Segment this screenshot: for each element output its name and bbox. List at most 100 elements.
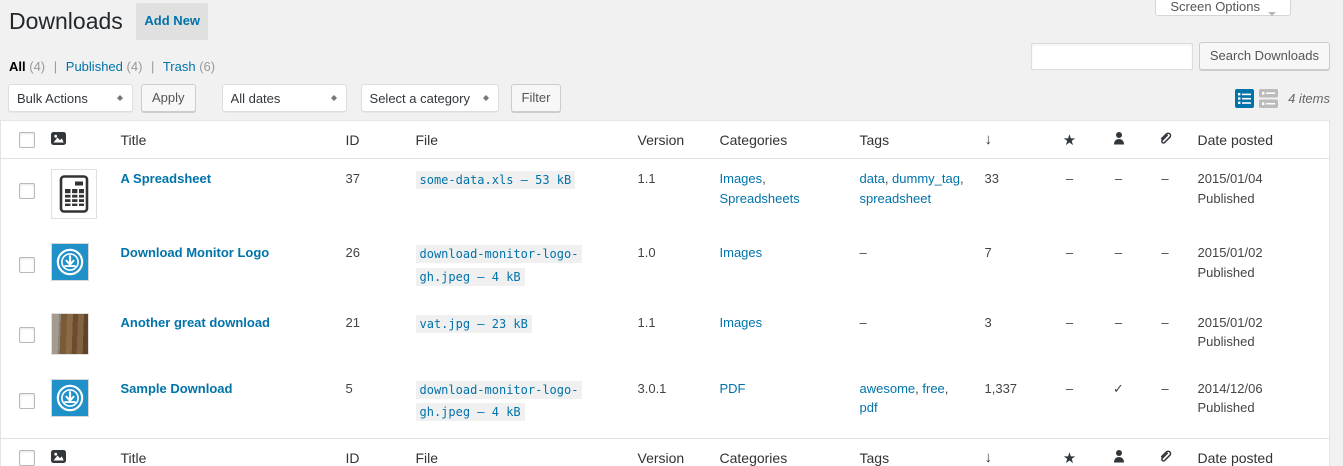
row-redirect-cell: – xyxy=(1143,369,1188,439)
download-title-link[interactable]: Download Monitor Logo xyxy=(121,245,270,260)
footer-download-count[interactable]: ↓ xyxy=(975,439,1045,466)
bulk-actions-select[interactable]: Bulk Actions xyxy=(8,84,133,112)
status-published: Published xyxy=(1198,263,1320,283)
filter-all[interactable]: All (4) xyxy=(9,59,45,74)
categorie-link[interactable]: Images xyxy=(720,315,763,330)
header-id[interactable]: ID xyxy=(336,121,406,159)
download-monitor-logo-icon xyxy=(52,244,88,280)
row-redirect-cell: – xyxy=(1143,303,1188,369)
row-file-cell: download-monitor-logo-gh.jpeg – 4 kB xyxy=(406,233,628,303)
row-checkbox[interactable] xyxy=(19,327,35,343)
row-checkbox[interactable] xyxy=(19,257,35,273)
row-tags-cell: – xyxy=(850,303,975,369)
file-name: download-monitor-logo-gh.jpeg – 4 kB xyxy=(416,381,583,422)
row-categories-cell: Images xyxy=(710,233,850,303)
tag-link[interactable]: pdf xyxy=(860,400,878,415)
star-icon: ★ xyxy=(1063,132,1076,149)
row-version-cell: 1.1 xyxy=(628,303,710,369)
page-title: Downloads xyxy=(9,8,123,34)
footer-featured[interactable]: ★ xyxy=(1045,439,1095,466)
row-thumbnail[interactable] xyxy=(51,243,89,281)
row-thumbnail[interactable] xyxy=(51,313,89,355)
date-posted: 2015/01/04 xyxy=(1198,169,1320,189)
footer-categories: Categories xyxy=(710,439,850,466)
search-box: Search Downloads xyxy=(1031,42,1330,70)
header-download-count[interactable]: ↓ xyxy=(975,121,1045,159)
excerpt-view-icon[interactable] xyxy=(1259,89,1278,108)
photo-thumbnail xyxy=(52,314,88,354)
view-switch xyxy=(1230,89,1278,108)
category-select[interactable]: Select a category xyxy=(361,84,499,112)
header-date-posted[interactable]: Date posted xyxy=(1188,121,1330,159)
filter-button[interactable]: Filter xyxy=(511,84,562,112)
download-title-link[interactable]: Another great download xyxy=(121,315,271,330)
footer-id[interactable]: ID xyxy=(336,439,406,466)
footer-redirect[interactable] xyxy=(1143,439,1188,466)
select-all-checkbox[interactable] xyxy=(19,132,35,148)
row-title-cell: Another great download xyxy=(111,303,336,369)
row-download-count-cell: 3 xyxy=(975,303,1045,369)
download-title-link[interactable]: Sample Download xyxy=(121,381,233,396)
tag-link[interactable]: awesome xyxy=(860,381,916,396)
status-published: Published xyxy=(1198,398,1320,418)
header-members-only[interactable] xyxy=(1095,121,1143,159)
apply-button[interactable]: Apply xyxy=(141,84,196,112)
row-tags-cell: – xyxy=(850,233,975,303)
row-members-cell: – xyxy=(1095,233,1143,303)
footer-members-only[interactable] xyxy=(1095,439,1143,466)
row-file-cell: some-data.xls – 53 kB xyxy=(406,159,628,234)
row-checkbox[interactable] xyxy=(19,183,35,199)
row-download-count-cell: 1,337 xyxy=(975,369,1045,439)
categorie-link[interactable]: Images xyxy=(720,245,763,260)
file-name: vat.jpg – 23 kB xyxy=(416,315,532,333)
filter-published[interactable]: Published (4) xyxy=(66,59,143,74)
footer-date-posted[interactable]: Date posted xyxy=(1188,439,1330,466)
list-view-icon[interactable] xyxy=(1235,89,1254,108)
tag-link[interactable]: spreadsheet xyxy=(860,191,932,206)
row-tags-cell: data, dummy_tag, spreadsheet xyxy=(850,159,975,234)
download-arrow-icon: ↓ xyxy=(985,131,993,148)
categorie-link[interactable]: PDF xyxy=(720,381,746,396)
separator: | xyxy=(151,59,154,74)
row-featured-cell: – xyxy=(1045,369,1095,439)
file-name: download-monitor-logo-gh.jpeg – 4 kB xyxy=(416,245,583,286)
header-featured[interactable]: ★ xyxy=(1045,121,1095,159)
header-title[interactable]: Title xyxy=(111,121,336,159)
downloads-table: Title ID File Version Categories Tags ↓ … xyxy=(0,120,1330,466)
row-checkbox[interactable] xyxy=(19,393,35,409)
header-redirect[interactable] xyxy=(1143,121,1188,159)
screen-options-label: Screen Options xyxy=(1170,0,1260,14)
items-count: 4 items xyxy=(1288,91,1330,106)
select-all-checkbox[interactable] xyxy=(19,450,35,466)
image-icon xyxy=(51,450,66,463)
filter-trash[interactable]: Trash (6) xyxy=(163,59,215,74)
row-thumbnail[interactable] xyxy=(51,379,89,417)
date-posted: 2014/12/06 xyxy=(1198,379,1320,399)
row-featured-cell: – xyxy=(1045,303,1095,369)
search-input[interactable] xyxy=(1031,43,1193,70)
tag-link[interactable]: free xyxy=(922,381,944,396)
download-title-link[interactable]: A Spreadsheet xyxy=(121,171,212,186)
row-featured-cell: – xyxy=(1045,233,1095,303)
status-published: Published xyxy=(1198,332,1320,352)
tag-link[interactable]: dummy_tag xyxy=(892,171,960,186)
screen-options-tab[interactable]: Screen Options xyxy=(1155,0,1291,16)
search-downloads-button[interactable]: Search Downloads xyxy=(1199,42,1330,70)
row-thumbnail[interactable] xyxy=(51,169,97,219)
row-thumb-cell xyxy=(41,159,111,234)
categorie-link[interactable]: Spreadsheets xyxy=(720,191,800,206)
dates-select-wrap: All dates xyxy=(222,84,347,112)
row-id-cell: 21 xyxy=(336,303,406,369)
all-dates-select[interactable]: All dates xyxy=(222,84,347,112)
categorie-link[interactable]: Images xyxy=(720,171,763,186)
row-file-cell: download-monitor-logo-gh.jpeg – 4 kB xyxy=(406,369,628,439)
row-title-cell: A Spreadsheet xyxy=(111,159,336,234)
tag-link[interactable]: data xyxy=(860,171,885,186)
image-icon xyxy=(51,132,66,145)
add-new-button[interactable]: Add New xyxy=(136,3,208,40)
footer-title[interactable]: Title xyxy=(111,439,336,466)
table-row: Sample Download 5 download-monitor-logo-… xyxy=(1,369,1330,439)
date-posted: 2015/01/02 xyxy=(1198,243,1320,263)
footer-version: Version xyxy=(628,439,710,466)
tablenav-top: Bulk Actions Apply All dates Select a ca… xyxy=(8,82,1330,114)
